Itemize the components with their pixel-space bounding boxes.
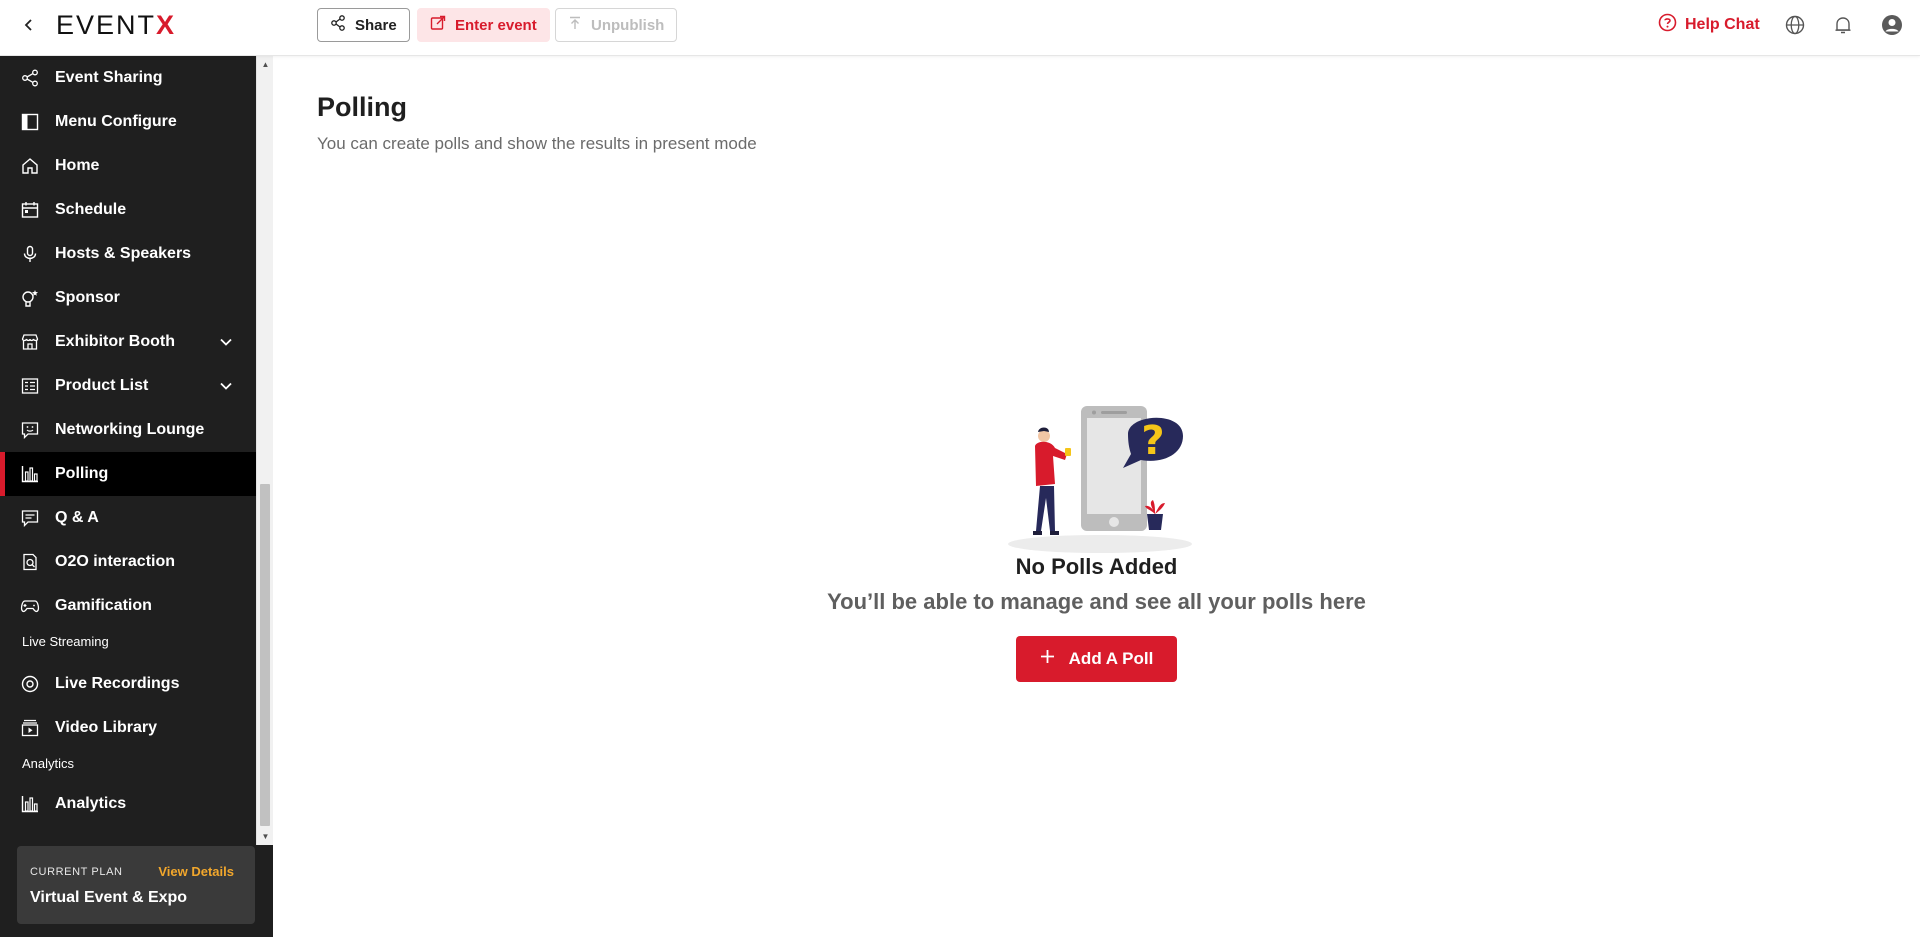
external-link-icon (430, 15, 446, 35)
share-button[interactable]: Share (317, 8, 410, 42)
sidebar-item-gamification[interactable]: Gamification (0, 584, 256, 628)
back-icon[interactable] (18, 14, 40, 36)
bar-chart-icon (20, 794, 40, 814)
list-icon (20, 376, 40, 396)
share-icon (20, 68, 40, 88)
plan-name: Virtual Event & Expo (30, 889, 188, 906)
scroll-down-arrow-icon[interactable]: ▼ (261, 832, 270, 841)
view-details-link[interactable]: View Details (158, 864, 234, 879)
enter-event-button[interactable]: Enter event (417, 8, 550, 42)
section-label-analytics: Analytics (22, 756, 75, 771)
o2o-icon (20, 552, 40, 572)
share-icon (330, 15, 346, 35)
gamepad-icon (20, 596, 40, 616)
store-icon (20, 332, 40, 352)
sidebar-item-video-library[interactable]: Video Library (0, 706, 256, 750)
microphone-icon (20, 244, 40, 264)
bar-chart-icon (20, 464, 40, 484)
help-circle-icon (1658, 13, 1677, 37)
sidebar-footer-strip (256, 845, 273, 937)
upload-icon (568, 16, 582, 34)
sidebar-item-q-and-a[interactable]: Q & A (0, 496, 256, 540)
empty-state-description: You’ll be able to manage and see all you… (827, 589, 1366, 614)
sidebar-item-product-list[interactable]: Product List (0, 364, 256, 408)
video-library-icon (20, 718, 40, 738)
svg-text:?: ? (1141, 418, 1164, 464)
chevron-down-icon[interactable] (216, 332, 236, 352)
sponsor-icon (20, 288, 40, 308)
current-plan-label: CURRENT PLAN (30, 866, 123, 878)
layout-icon (20, 112, 40, 132)
bell-icon[interactable] (1831, 13, 1855, 37)
globe-icon[interactable] (1783, 13, 1807, 37)
top-bar: EVENT X Share Enter event Unpublish Help … (0, 0, 1920, 56)
calendar-icon (20, 200, 40, 220)
user-account-icon[interactable] (1880, 13, 1904, 37)
scrollbar-thumb[interactable] (260, 484, 270, 826)
chat-smile-icon (20, 420, 40, 440)
sidebar-item-o2o-interaction[interactable]: O2O interaction (0, 540, 256, 584)
main-content: Polling You can create polls and show th… (273, 56, 1920, 937)
section-label-live-streaming: Live Streaming (22, 634, 109, 649)
record-icon (20, 674, 40, 694)
home-icon (20, 156, 40, 176)
sidebar-item-analytics[interactable]: Analytics (0, 782, 256, 826)
empty-state-title: No Polls Added (1015, 554, 1178, 579)
sidebar: Event Sharing Menu Configure Home Schedu… (0, 56, 256, 937)
message-icon (20, 508, 40, 528)
current-plan-card: CURRENT PLAN View Details Virtual Event … (17, 846, 255, 924)
sidebar-scrollbar[interactable]: ▲ ▼ (256, 56, 273, 845)
empty-polls-illustration: ? (1003, 406, 1203, 556)
page-title: Polling (317, 92, 407, 122)
sidebar-item-hosts-speakers[interactable]: Hosts & Speakers (0, 232, 256, 276)
sidebar-item-schedule[interactable]: Schedule (0, 188, 256, 232)
unpublish-button[interactable]: Unpublish (555, 8, 678, 42)
sidebar-item-home[interactable]: Home (0, 144, 256, 188)
sidebar-item-event-sharing[interactable]: Event Sharing (0, 56, 256, 100)
sidebar-item-networking-lounge[interactable]: Networking Lounge (0, 408, 256, 452)
sidebar-item-exhibitor-booth[interactable]: Exhibitor Booth (0, 320, 256, 364)
sidebar-item-polling[interactable]: Polling (0, 452, 256, 496)
help-chat-link[interactable]: Help Chat (1658, 13, 1760, 37)
plus-icon (1040, 649, 1055, 669)
page-subtitle: You can create polls and show the result… (317, 134, 757, 153)
scroll-up-arrow-icon[interactable]: ▲ (261, 60, 270, 69)
add-poll-button[interactable]: Add A Poll (1016, 636, 1177, 682)
eventx-logo[interactable]: EVENT X (56, 10, 176, 40)
sidebar-item-sponsor[interactable]: Sponsor (0, 276, 256, 320)
chevron-down-icon[interactable] (216, 376, 236, 396)
sidebar-item-live-recordings[interactable]: Live Recordings (0, 662, 256, 706)
sidebar-item-menu-configure[interactable]: Menu Configure (0, 100, 256, 144)
